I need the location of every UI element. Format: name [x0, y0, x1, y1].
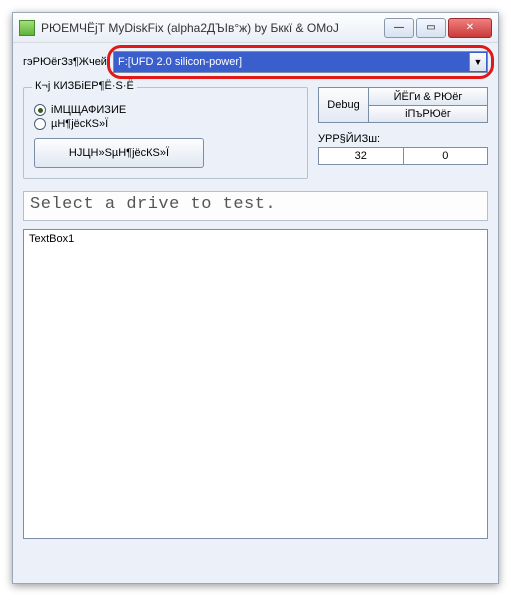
format-button[interactable]: НЈЦН»ЅµН¶јёсКЅ»Ї — [34, 138, 204, 168]
maximize-button[interactable]: ▭ — [416, 18, 446, 38]
scan-fix-label: ЙЁГи & РЮёг — [394, 91, 463, 103]
action-buttons: Debug ЙЁГи & РЮёг іПъРЮёг — [318, 87, 488, 123]
undo-fix-button[interactable]: іПъРЮёг — [368, 105, 488, 123]
stats-label: УРР§ЙИЗш: — [318, 133, 488, 145]
app-window: РЮЕМЧЁјТ MyDiskFix (alpha2ДЪІв°ж) by Бкк… — [12, 12, 499, 584]
radio-label-1: іМЦЩАФИЗИЕ — [51, 104, 126, 116]
window-controls: — ▭ ✕ — [382, 18, 492, 38]
close-button[interactable]: ✕ — [448, 18, 492, 38]
scan-mode-group: К¬ј КИЗБіЕР¶Ё·S·Ё іМЦЩАФИЗИЕ µН¶јёсКЅ»Ї … — [23, 87, 308, 179]
radio-icon — [34, 104, 46, 116]
undo-fix-label: іПъРЮёг — [405, 108, 451, 120]
debug-label: Debug — [327, 99, 359, 111]
radio-option-2[interactable]: µН¶јёсКЅ»Ї — [34, 118, 297, 130]
scan-fix-button[interactable]: ЙЁГи & РЮёг — [368, 87, 488, 105]
drive-select-wrap: F:[UFD 2.0 silicon-power] ▼ — [113, 51, 488, 73]
app-icon — [19, 20, 35, 36]
format-button-label: НЈЦН»ЅµН¶јёсКЅ»Ї — [69, 147, 169, 159]
stats-row: 32 0 — [318, 147, 488, 165]
drive-select[interactable]: F:[UFD 2.0 silicon-power] ▼ — [113, 51, 488, 73]
radio-option-1[interactable]: іМЦЩАФИЗИЕ — [34, 104, 297, 116]
drive-label: гэРЮёгЗз¶Жчей: — [23, 56, 113, 68]
client-area: гэРЮёгЗз¶Жчей: F:[UFD 2.0 silicon-power]… — [13, 43, 498, 583]
log-textbox[interactable]: TextBox1 — [23, 229, 488, 539]
scan-mode-legend: К¬ј КИЗБіЕР¶Ё·S·Ё — [32, 80, 137, 92]
window-title: РЮЕМЧЁјТ MyDiskFix (alpha2ДЪІв°ж) by Бкк… — [41, 21, 382, 35]
titlebar: РЮЕМЧЁјТ MyDiskFix (alpha2ДЪІв°ж) by Бкк… — [13, 13, 498, 43]
minimize-button[interactable]: — — [384, 18, 414, 38]
left-column: К¬ј КИЗБіЕР¶Ё·S·Ё іМЦЩАФИЗИЕ µН¶јёсКЅ»Ї … — [23, 87, 308, 179]
drive-row: гэРЮёгЗз¶Жчей: F:[UFD 2.0 silicon-power]… — [23, 51, 488, 73]
chevron-down-icon[interactable]: ▼ — [469, 53, 486, 71]
log-content: TextBox1 — [29, 233, 74, 245]
debug-button[interactable]: Debug — [318, 87, 368, 123]
right-column: Debug ЙЁГи & РЮёг іПъРЮёг УРР§ЙИЗш: — [318, 87, 488, 179]
radio-label-2: µН¶јёсКЅ»Ї — [51, 118, 108, 130]
middle-panels: К¬ј КИЗБіЕР¶Ё·S·Ё іМЦЩАФИЗИЕ µН¶јёсКЅ»Ї … — [23, 87, 488, 179]
status-message: Select a drive to test. — [23, 191, 488, 221]
stats-value-2: 0 — [404, 147, 489, 165]
drive-select-value: F:[UFD 2.0 silicon-power] — [118, 56, 242, 68]
radio-icon — [34, 118, 46, 130]
stats-value-1: 32 — [318, 147, 404, 165]
